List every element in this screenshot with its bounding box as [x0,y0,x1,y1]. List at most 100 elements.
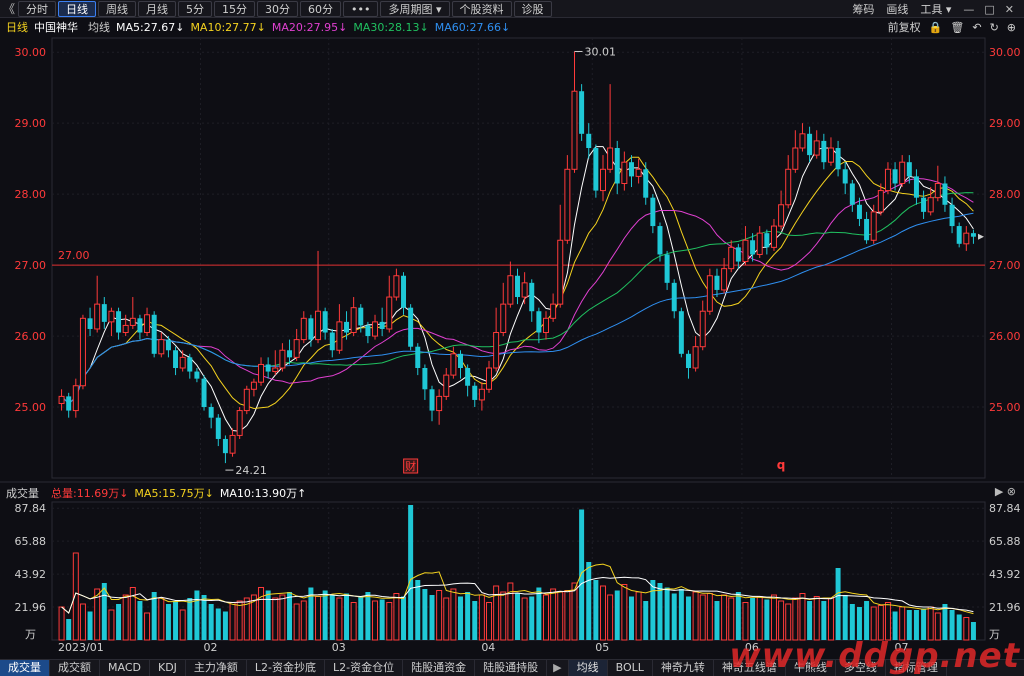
candle [614,140,620,195]
candle-body [265,364,271,372]
candle [272,350,279,376]
volume-bar [564,590,571,641]
candle [215,414,221,447]
candle-body [579,91,585,134]
volume-bar [258,587,265,641]
candle [564,155,571,244]
high-label: 30.01 [584,45,616,58]
candle [756,226,763,258]
volume-bar [785,603,792,641]
volume-title[interactable]: 成交量 [6,485,39,501]
candle-body [137,318,143,333]
candle-body [222,438,228,454]
volume-ma5: MA5:15.75万↓ [134,486,214,500]
tab-l2-position[interactable]: L2-资金仓位 [325,660,404,676]
candle [258,357,265,386]
tab-l2-bottom[interactable]: L2-资金抄底 [247,660,326,676]
tab-boll[interactable]: BOLL [608,660,653,676]
candle [116,307,122,340]
candle-body [486,367,492,390]
volume-bar [265,590,271,640]
candle-body [258,363,265,383]
candle-body [372,321,379,337]
volume-bar [599,585,606,641]
candle [913,169,919,205]
candle [486,360,492,393]
candle-body [350,307,357,334]
candle-body [344,321,350,333]
volume-bar [650,580,656,640]
tabs-more-icon[interactable]: ▶ [547,660,569,676]
candle-body [621,161,628,184]
volume-bar [706,593,713,641]
tab-northbound-holdings[interactable]: 陆股通持股 [475,660,548,676]
volume-bar [215,608,221,640]
volume-bar [699,594,706,641]
candle-body [856,204,862,219]
volume-bar [813,596,820,641]
volume-bar [329,595,335,640]
price-tick-right: 29.00 [989,117,1021,130]
candle-body [906,162,912,177]
candle-body [643,169,649,198]
volume-bar [657,583,663,640]
candle [927,187,934,216]
q-marker: q [777,458,786,472]
volume-bar [770,594,777,641]
tab-magic-nine[interactable]: 神奇九转 [653,660,714,676]
candle-body [714,275,720,290]
candle [970,229,976,244]
tab-main-net[interactable]: 主力净额 [186,660,247,676]
price-tick-right: 30.00 [989,46,1021,59]
volume-total: 总量:11.69万↓ [51,486,129,500]
tab-volume[interactable]: 成交量 [0,660,50,676]
candles [58,51,976,464]
volume-bar [422,589,428,640]
candle [436,389,443,425]
volume-bar [593,580,599,640]
volume-bar [750,598,756,640]
candle-body [756,232,763,255]
tab-macd[interactable]: MACD [100,660,150,676]
volume-bar [158,597,165,641]
price-tick-right: 26.00 [989,330,1021,343]
candle-body [956,226,962,244]
candle-body [243,388,250,412]
x-tick-label: 04 [481,641,495,654]
candle-body [472,385,478,400]
candle-body [322,311,328,333]
volume-tick-right: 65.88 [989,535,1021,548]
candle [165,336,171,358]
tab-kdj[interactable]: KDJ [150,660,186,676]
price-tick-left: 30.00 [15,46,47,59]
volume-bar [579,509,585,640]
candle-body [870,211,877,241]
candle [250,378,257,397]
candle [579,84,585,141]
tab-ma[interactable]: 均线 [568,660,608,676]
candle-body [108,310,115,323]
candle [635,158,642,184]
tab-northbound-funds[interactable]: 陆股通资金 [403,660,476,676]
volume-bar [344,593,350,640]
volume-bar [350,602,357,641]
candle-body [450,353,457,376]
volume-bar [521,597,528,641]
volume-bar [187,598,193,640]
tab-turnover[interactable]: 成交额 [50,660,100,676]
candle-body [849,183,855,205]
volume-bar [173,601,179,640]
candle [942,176,948,212]
volume-bar [742,602,749,641]
volume-bar [87,611,93,640]
candle [536,307,542,344]
volume-bar [137,601,143,640]
candle-body [742,239,749,263]
candle-body [521,282,528,298]
candle [300,311,307,344]
volume-tick-right: 21.96 [989,601,1021,614]
volume-bar [607,594,614,641]
candle-body [386,296,393,330]
volume-settings-icons[interactable]: ▶ ⊗ [995,485,1016,498]
kline-chart[interactable]: 27.00 30.00 30.00 29.00 29.00 28.00 28.00 27.0… [0,0,1024,659]
